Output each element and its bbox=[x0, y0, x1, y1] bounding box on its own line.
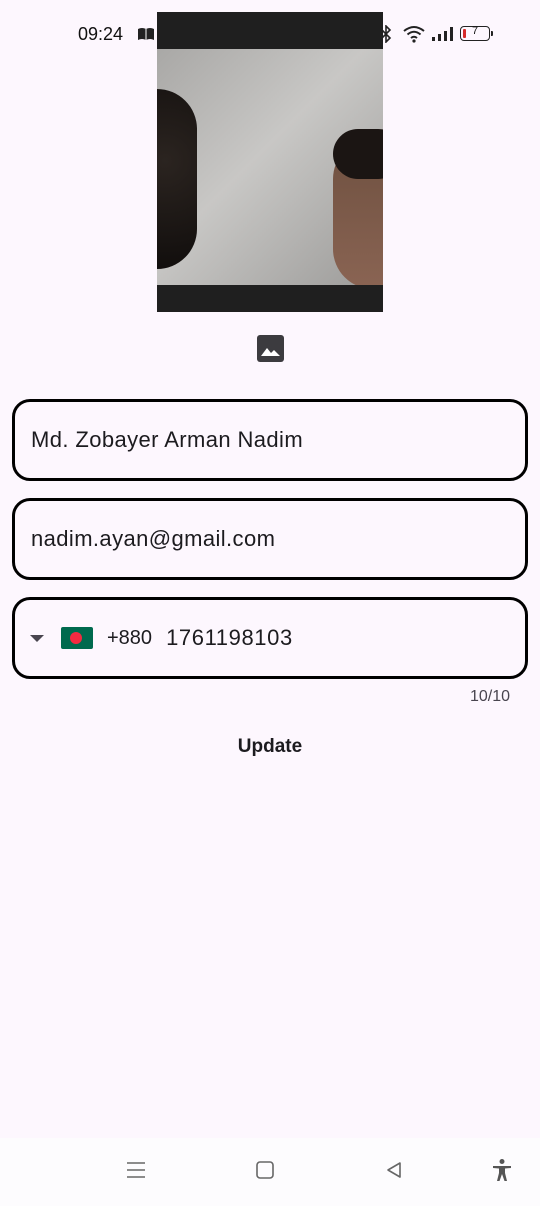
chevron-down-icon[interactable] bbox=[27, 628, 47, 648]
email-field[interactable]: nadim.ayan@gmail.com bbox=[12, 498, 528, 580]
image-icon[interactable] bbox=[257, 335, 284, 362]
bangladesh-flag-icon[interactable] bbox=[61, 627, 93, 649]
home-icon[interactable] bbox=[247, 1152, 283, 1188]
name-field[interactable]: Md. Zobayer Arman Nadim bbox=[12, 399, 528, 481]
update-button[interactable]: Update bbox=[195, 727, 345, 767]
phone-character-counter: 10/10 bbox=[469, 688, 510, 705]
accessibility-icon[interactable] bbox=[484, 1152, 520, 1188]
signal-icon bbox=[430, 24, 454, 44]
photo-hair-shape bbox=[157, 89, 197, 269]
phone-field[interactable]: +880 1761198103 bbox=[12, 597, 528, 679]
battery-icon: 7 bbox=[460, 25, 493, 41]
dial-code: +880 bbox=[107, 626, 153, 649]
battery-level: 7 bbox=[471, 25, 479, 37]
back-icon[interactable] bbox=[376, 1152, 412, 1188]
name-field-value: Md. Zobayer Arman Nadim bbox=[31, 427, 304, 452]
navigation-bar bbox=[0, 1138, 540, 1206]
clock-time: 09:24 bbox=[78, 24, 124, 44]
phone-number-value: 1761198103 bbox=[166, 625, 293, 650]
menu-icon[interactable] bbox=[118, 1152, 154, 1188]
email-field-value: nadim.ayan@gmail.com bbox=[31, 526, 276, 551]
wifi-icon bbox=[402, 24, 426, 44]
profile-photo[interactable] bbox=[157, 12, 383, 312]
photo-face-hair-shape bbox=[333, 129, 383, 179]
book-icon bbox=[136, 24, 156, 44]
profile-photo-image bbox=[157, 49, 383, 285]
